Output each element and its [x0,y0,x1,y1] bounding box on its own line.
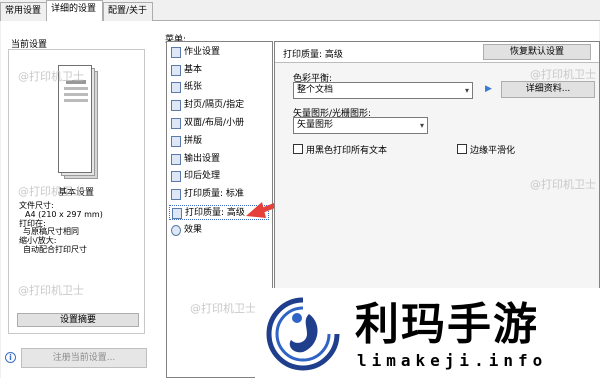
menu-item-output-settings[interactable]: 输出设置 [169,152,269,167]
menu-item-finishing[interactable]: 印后处理 [169,169,269,184]
menu-item-job-settings[interactable]: 作业设置 [169,45,269,60]
effects-icon [171,225,181,236]
finishing-icon [171,171,181,182]
menu-item-basic[interactable]: 基本 [169,63,269,78]
edge-smoothing-checkbox[interactable] [457,144,467,154]
quality-advanced-icon [172,208,182,219]
color-balance-select[interactable]: 整个文档 ▾ [293,82,473,99]
watermark-text: @打印机卫士 [18,70,84,83]
brand-logo-icon [266,297,340,371]
watermark-text: @打印机卫士 [18,185,84,198]
duplex-icon [171,118,181,129]
menu-item-paper[interactable]: 纸张 [169,80,269,95]
brand-name-cn: 利玛手游 [355,299,539,350]
menu-item-effects[interactable]: 效果 [169,223,269,238]
vector-raster-select[interactable]: 矢量图形 ▾ [293,117,428,134]
quality-standard-icon [171,189,181,200]
watermark-text: @打印机卫士 [190,302,256,315]
print-text-black-label: 用黑色打印所有文本 [306,146,388,156]
watermark-text: @打印机卫士 [530,68,596,81]
basic-icon [171,65,181,76]
imposition-icon [171,136,181,147]
cover-icon [171,100,181,111]
edge-smoothing-label: 边缘平滑化 [470,146,516,156]
restore-defaults-button[interactable]: 恢复默认设置 [483,44,591,60]
settings-summary-button[interactable]: 设置摘要 [17,313,139,327]
color-balance-value: 整个文档 [297,85,334,95]
play-arrow-icon: ▶ [485,84,492,94]
chevron-down-icon: ▾ [419,121,424,130]
tab-detailed-settings[interactable]: 详细的设置 [46,0,103,22]
menu-item-duplex-layout[interactable]: 双面/布局/小册 [169,116,269,131]
main-header: 打印质量: 高级 恢复默认设置 [275,42,599,63]
register-settings-button[interactable]: 注册当前设置... [21,348,147,368]
menu-item-cover[interactable]: 封页/隔页/指定 [169,98,269,113]
job-settings-icon [171,47,181,58]
main-header-title: 打印质量: 高级 [283,50,343,60]
output-icon [171,154,181,165]
info-icon: i [5,352,16,363]
brand-name-en: limakeji.info [357,351,548,370]
tab-config-about[interactable]: 配置/关于 [103,2,153,21]
brand-overlay: 利玛手游 limakeji.info [255,288,600,378]
paper-icon [171,82,181,93]
watermark-text: @打印机卫士 [530,178,596,191]
vector-raster-value: 矢量图形 [297,120,334,130]
chevron-down-icon: ▾ [464,86,469,95]
watermark-text: @打印机卫士 [18,284,84,297]
print-text-black-checkbox[interactable] [293,144,303,154]
menu-item-imposition[interactable]: 拼版 [169,134,269,149]
current-settings-info: 文件尺寸: A4 (210 x 297 mm) 打印在: 与原稿尺寸相同 缩小/… [19,201,139,255]
info-line: 自动配合打印尺寸 [23,244,87,254]
tab-bar: 常用设置 详细的设置 配置/关于 [0,0,600,22]
tab-common-settings[interactable]: 常用设置 [0,2,47,21]
details-button[interactable]: 详细资料... [501,81,595,98]
